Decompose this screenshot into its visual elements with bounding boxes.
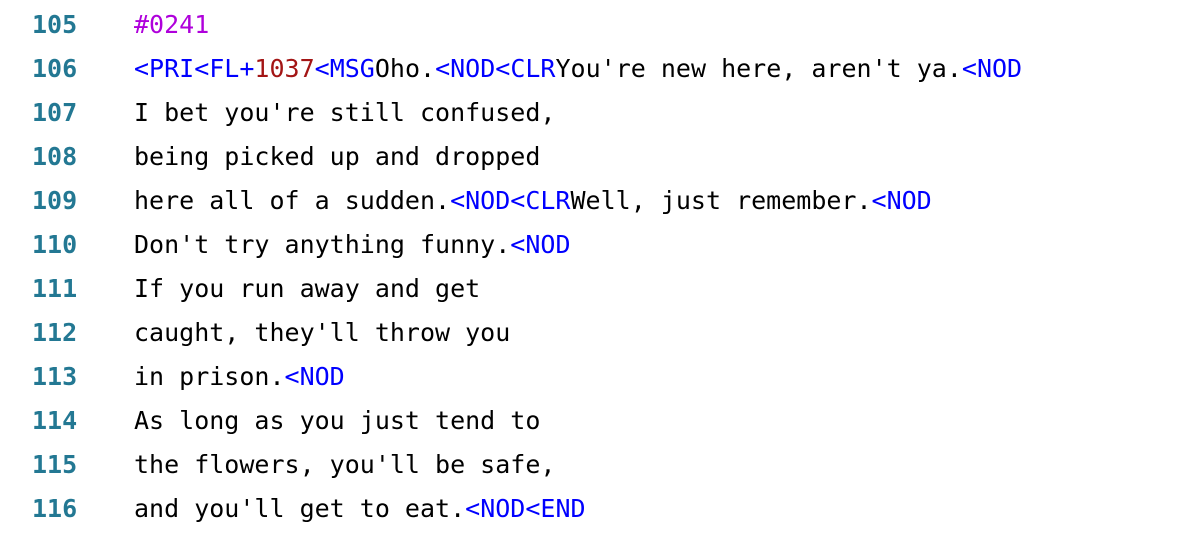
line-number: 107 — [32, 98, 78, 127]
line-content[interactable]: the flowers, you'll be safe, — [134, 443, 1184, 487]
text-token: here all of a sudden. — [134, 186, 451, 215]
text-token: caught, they'll throw you — [134, 318, 511, 347]
code-line[interactable]: 113 in prison.<NOD — [0, 355, 1184, 399]
line-number: 111 — [32, 274, 78, 303]
text-token: I bet you're still confused, — [134, 98, 556, 127]
line-content[interactable]: As long as you just tend to — [134, 399, 1184, 443]
text-token: Oho. — [374, 54, 436, 83]
text-token: and you'll get to eat. — [134, 494, 466, 523]
code-line[interactable]: 106 <PRI<FL+1037<MSGOho.<NOD<CLRYou're n… — [0, 47, 1184, 91]
line-number: 106 — [32, 54, 78, 83]
text-token: being picked up and dropped — [134, 142, 541, 171]
code-line[interactable]: 107 I bet you're still confused, — [0, 91, 1184, 135]
command-token: <MSG — [314, 54, 375, 83]
line-content[interactable]: If you run away and get — [134, 267, 1184, 311]
line-number: 115 — [32, 450, 78, 479]
event-label: #0241 — [134, 10, 210, 39]
command-token: <NOD — [871, 186, 932, 215]
command-token: <NOD — [961, 54, 1023, 83]
line-number: 109 — [32, 186, 78, 215]
line-content[interactable]: #0241 — [134, 3, 1184, 47]
code-line[interactable]: 105 #0241 — [0, 3, 1184, 47]
line-content[interactable]: being picked up and dropped — [134, 135, 1184, 179]
code-line[interactable]: 115 the flowers, you'll be safe, — [0, 443, 1184, 487]
code-editor[interactable]: 105 #0241 106 <PRI<FL+1037<MSGOho.<NOD<C… — [0, 3, 1184, 531]
code-line[interactable]: 108 being picked up and dropped — [0, 135, 1184, 179]
line-content[interactable]: here all of a sudden.<NOD<CLRWell, just … — [134, 179, 1184, 223]
line-content[interactable]: <PRI<FL+1037<MSGOho.<NOD<CLRYou're new h… — [134, 47, 1184, 91]
code-line[interactable]: 109 here all of a sudden.<NOD<CLRWell, j… — [0, 179, 1184, 223]
line-content[interactable]: in prison.<NOD — [134, 355, 1184, 399]
line-number: 108 — [32, 142, 78, 171]
line-number: 113 — [32, 362, 78, 391]
text-token: the flowers, you'll be safe, — [134, 450, 556, 479]
line-number: 110 — [32, 230, 78, 259]
text-token: in prison. — [134, 362, 285, 391]
text-token: As long as you just tend to — [134, 406, 541, 435]
line-number: 116 — [32, 494, 78, 523]
line-content[interactable]: Don't try anything funny.<NOD — [134, 223, 1184, 267]
text-token: Well, just remember. — [570, 186, 872, 215]
line-content[interactable]: and you'll get to eat.<NOD<END — [134, 487, 1184, 531]
code-line[interactable]: 114 As long as you just tend to — [0, 399, 1184, 443]
code-line[interactable]: 116 and you'll get to eat.<NOD<END — [0, 487, 1184, 531]
number-token: 1037 — [254, 54, 315, 83]
command-token: <NOD — [284, 362, 345, 391]
code-line[interactable]: 111 If you run away and get — [0, 267, 1184, 311]
text-token: Don't try anything funny. — [134, 230, 511, 259]
line-number: 114 — [32, 406, 78, 435]
command-token: <NOD<END — [465, 494, 586, 523]
code-line[interactable]: 112 caught, they'll throw you — [0, 311, 1184, 355]
line-content[interactable]: I bet you're still confused, — [134, 91, 1184, 135]
line-number: 105 — [32, 10, 78, 39]
text-token: If you run away and get — [134, 274, 481, 303]
command-token: <NOD — [510, 230, 571, 259]
command-token: <NOD<CLR — [435, 54, 556, 83]
line-number: 112 — [32, 318, 78, 347]
text-token: You're new here, aren't ya. — [555, 54, 962, 83]
line-content[interactable]: caught, they'll throw you — [134, 311, 1184, 355]
code-line[interactable]: 110 Don't try anything funny.<NOD — [0, 223, 1184, 267]
command-token: <PRI<FL+ — [134, 54, 255, 83]
command-token: <NOD<CLR — [450, 186, 571, 215]
